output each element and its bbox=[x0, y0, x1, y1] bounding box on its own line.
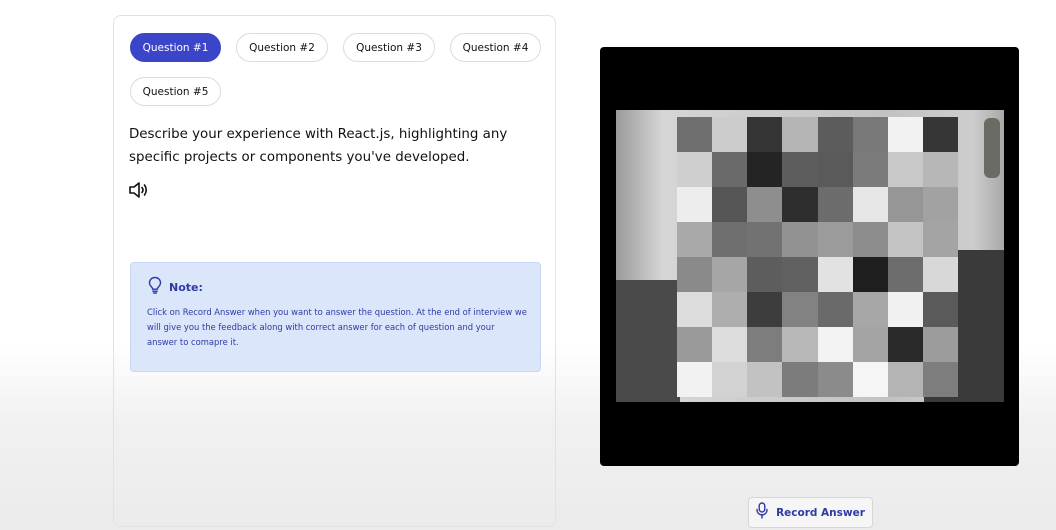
note-box: Note: Click on Record Answer when you wa… bbox=[130, 262, 541, 372]
mosaic-cell bbox=[922, 257, 958, 292]
tab-question-4[interactable]: Question #4 bbox=[450, 33, 541, 62]
mosaic-cell bbox=[817, 327, 853, 362]
webcam-preview bbox=[600, 47, 1019, 466]
lightbulb-icon bbox=[148, 276, 162, 298]
mosaic-cell bbox=[817, 292, 853, 327]
mosaic-cell bbox=[712, 362, 748, 397]
mosaic-cell bbox=[852, 152, 888, 187]
mosaic-cell bbox=[677, 187, 713, 222]
tab-question-5[interactable]: Question #5 bbox=[130, 77, 221, 106]
mosaic-cell bbox=[922, 117, 958, 152]
mosaic-cell bbox=[852, 222, 888, 257]
mosaic-cell bbox=[922, 292, 958, 327]
note-header: Note: bbox=[148, 276, 203, 298]
mosaic-cell bbox=[747, 362, 783, 397]
mosaic-cell bbox=[922, 222, 958, 257]
mosaic-cell bbox=[712, 152, 748, 187]
mosaic-cell bbox=[852, 327, 888, 362]
mosaic-cell bbox=[922, 152, 958, 187]
mosaic-cell bbox=[747, 152, 783, 187]
mosaic-cell bbox=[887, 362, 923, 397]
pixelated-face bbox=[677, 117, 958, 397]
mosaic-cell bbox=[747, 222, 783, 257]
record-answer-button[interactable]: Record Answer bbox=[748, 497, 873, 528]
mosaic-cell bbox=[677, 327, 713, 362]
mosaic-cell bbox=[782, 187, 818, 222]
mosaic-cell bbox=[852, 257, 888, 292]
mosaic-cell bbox=[817, 117, 853, 152]
mosaic-cell bbox=[782, 292, 818, 327]
mosaic-cell bbox=[922, 187, 958, 222]
mosaic-cell bbox=[887, 327, 923, 362]
mosaic-cell bbox=[747, 257, 783, 292]
mosaic-cell bbox=[887, 257, 923, 292]
mosaic-cell bbox=[782, 327, 818, 362]
question-text: Describe your experience with React.js, … bbox=[129, 127, 508, 165]
speaker-icon[interactable] bbox=[128, 181, 150, 199]
mosaic-cell bbox=[712, 257, 748, 292]
mosaic-cell bbox=[677, 222, 713, 257]
mosaic-cell bbox=[747, 117, 783, 152]
record-answer-label: Record Answer bbox=[776, 506, 865, 519]
mosaic-cell bbox=[852, 292, 888, 327]
mosaic-cell bbox=[782, 222, 818, 257]
mosaic-cell bbox=[712, 117, 748, 152]
tab-question-1[interactable]: Question #1 bbox=[130, 33, 221, 62]
note-title: Note: bbox=[169, 280, 203, 294]
mosaic-cell bbox=[887, 292, 923, 327]
mosaic-cell bbox=[852, 117, 888, 152]
webcam-feed bbox=[616, 110, 1004, 402]
mosaic-cell bbox=[817, 362, 853, 397]
mosaic-cell bbox=[887, 152, 923, 187]
tab-question-3[interactable]: Question #3 bbox=[343, 33, 435, 62]
mosaic-cell bbox=[887, 187, 923, 222]
mosaic-cell bbox=[677, 152, 713, 187]
mosaic-cell bbox=[677, 257, 713, 292]
mosaic-cell bbox=[677, 362, 713, 397]
mosaic-cell bbox=[887, 117, 923, 152]
mosaic-cell bbox=[887, 222, 923, 257]
mosaic-cell bbox=[747, 327, 783, 362]
mosaic-cell bbox=[712, 327, 748, 362]
mosaic-cell bbox=[852, 187, 888, 222]
mosaic-cell bbox=[782, 152, 818, 187]
mosaic-cell bbox=[817, 152, 853, 187]
background-object bbox=[984, 118, 1000, 178]
mosaic-cell bbox=[922, 327, 958, 362]
mosaic-cell bbox=[817, 257, 853, 292]
mosaic-cell bbox=[782, 257, 818, 292]
mosaic-cell bbox=[677, 117, 713, 152]
mosaic-cell bbox=[747, 187, 783, 222]
mosaic-cell bbox=[852, 362, 888, 397]
mosaic-cell bbox=[712, 222, 748, 257]
mosaic-cell bbox=[712, 292, 748, 327]
background-shadow bbox=[616, 280, 680, 402]
mosaic-cell bbox=[817, 222, 853, 257]
mosaic-cell bbox=[677, 292, 713, 327]
note-body: Click on Record Answer when you want to … bbox=[147, 307, 527, 347]
mosaic-cell bbox=[782, 362, 818, 397]
microphone-icon bbox=[756, 502, 768, 523]
mosaic-cell bbox=[712, 187, 748, 222]
mosaic-cell bbox=[782, 117, 818, 152]
mosaic-cell bbox=[922, 362, 958, 397]
mosaic-cell bbox=[817, 187, 853, 222]
tab-question-2[interactable]: Question #2 bbox=[236, 33, 328, 62]
mosaic-cell bbox=[747, 292, 783, 327]
